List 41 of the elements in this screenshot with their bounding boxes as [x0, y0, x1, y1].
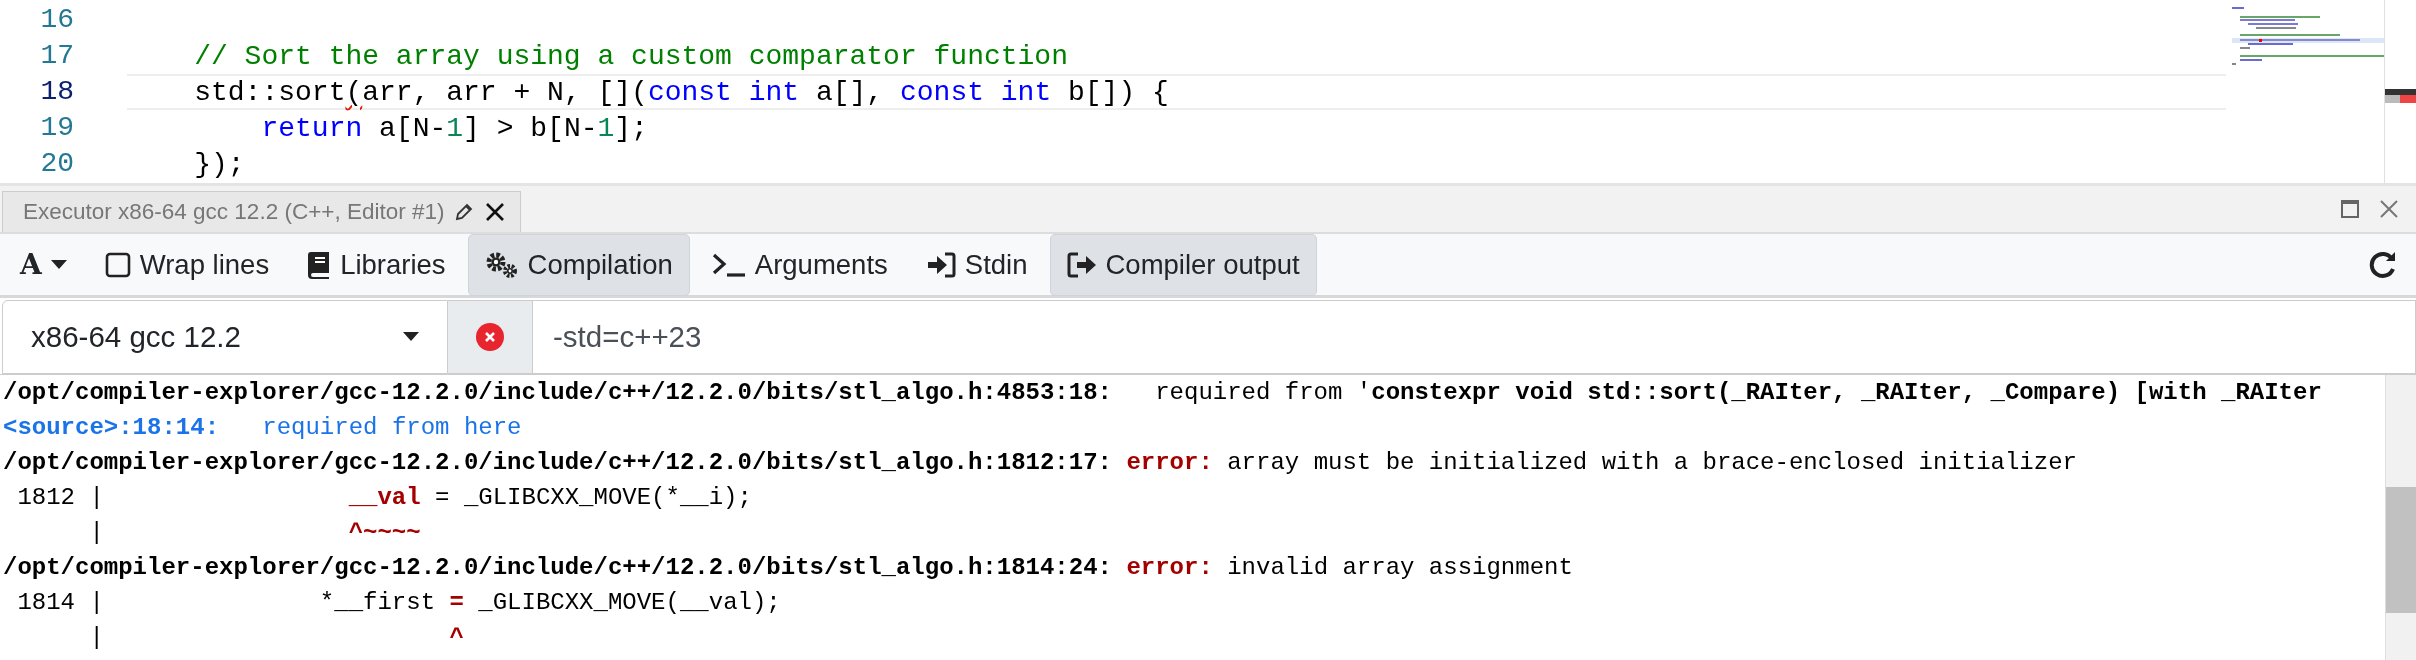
- refresh-icon: [2368, 249, 2398, 280]
- toolbar-button[interactable]: Stdin: [909, 233, 1044, 296]
- scrollbar[interactable]: [2384, 0, 2416, 183]
- arrow-out-of-box-icon: [1066, 251, 1097, 278]
- line-number: 19: [39, 111, 74, 145]
- output-line: /opt/compiler-explorer/gcc-12.2.0/include/c++/12.2.0/bits/stl_algo.h:1812:17: error: array must be initialized with a brace-enclosed initializer: [3, 448, 2077, 478]
- line-number: 17: [39, 39, 74, 73]
- arrow-into-box-icon: [925, 251, 956, 278]
- code-line: });: [193, 148, 245, 180]
- toolbar-button[interactable]: Libraries: [291, 233, 462, 296]
- output-line: /opt/compiler-explorer/gcc-12.2.0/include/c++/12.2.0/bits/stl_algo.h:1814:24: error: invalid array assignment: [3, 553, 1573, 583]
- line-number: 16: [39, 3, 74, 37]
- line-number: 18: [39, 75, 74, 109]
- code-line: return a[N-1] > b[N-1];: [260, 112, 648, 144]
- scrollbar[interactable]: [2385, 375, 2416, 660]
- output-line: 1812 | __val = _GLIBCXX_MOVE(*__i);: [16, 483, 752, 513]
- maximize-icon[interactable]: [2340, 199, 2360, 219]
- output-line: /opt/compiler-explorer/gcc-12.2.0/include/c++/12.2.0/bits/stl_algo.h:4853:18: required from 'constexpr void std::sort(_RAIter, _RAIter, _Compare) [with _RAIter: [3, 378, 2322, 408]
- toolbar-button[interactable]: Compiler output: [1049, 233, 1317, 296]
- close-icon[interactable]: [484, 201, 507, 223]
- toolbar-button[interactable]: Arguments: [695, 233, 904, 296]
- editor-tab[interactable]: Executor x86-64 gcc 12.2 (C++, Editor #1): [2, 191, 522, 232]
- line-number: 20: [39, 147, 74, 181]
- output-line: <source>:18:14: required from here: [3, 413, 522, 443]
- output-line: | ^: [88, 623, 464, 653]
- compiler-dropdown[interactable]: x86-64 gcc 12.2: [2, 300, 448, 374]
- wrap-lines-checkbox[interactable]: Wrap lines: [88, 233, 286, 296]
- font-menu-button[interactable]: A: [4, 233, 83, 296]
- gears-icon: [484, 250, 519, 279]
- code-line: // Sort the array using a custom comparator function: [193, 40, 1068, 72]
- terminal-icon: [711, 251, 746, 278]
- pencil-icon[interactable]: [454, 202, 475, 222]
- status-button[interactable]: [448, 300, 533, 374]
- book-icon: [307, 250, 332, 279]
- caret-icon: [50, 259, 67, 270]
- compiler-options-field[interactable]: -std=c++23: [533, 300, 2416, 374]
- code-line: std::sort(arr, arr + N, [](const int a[], const int b[]) {: [193, 76, 1169, 108]
- toolbar-button[interactable]: Compilation: [467, 233, 690, 296]
- output-line: | ^~~~~: [88, 518, 421, 548]
- output-line: 1814 | *__first = _GLIBCXX_MOVE(__val);: [16, 588, 781, 618]
- caret-icon: [403, 332, 419, 342]
